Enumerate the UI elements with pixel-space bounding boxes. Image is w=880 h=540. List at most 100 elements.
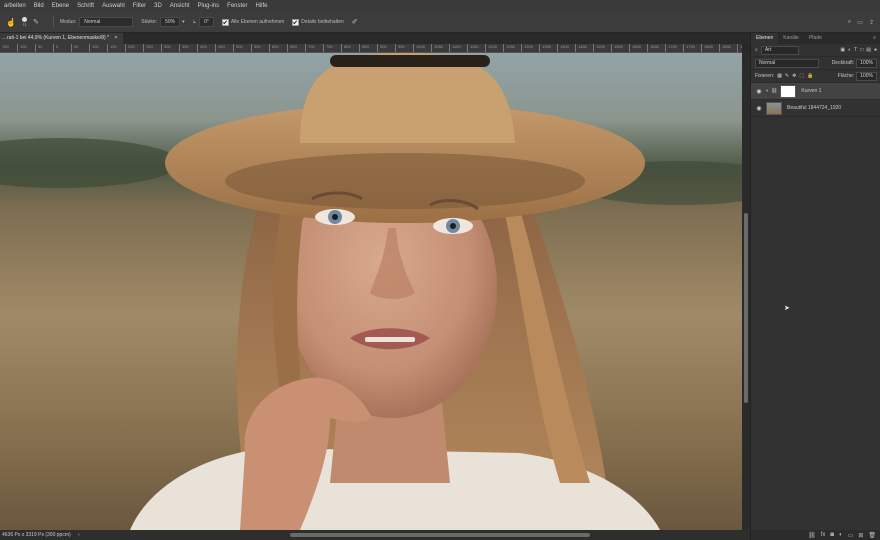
angle-icon: ⦣ [192,18,197,25]
menu-select[interactable]: Auswahl [98,3,129,9]
horizontal-ruler: 150 100 50 0 50 100 150 200 250 300 350 400 450 500 55… [0,44,742,53]
filter-type-select[interactable]: Art [760,45,799,55]
fill-label: Fläche: [837,73,855,79]
pressure-icon[interactable]: ✐ [352,18,358,26]
document-size-info: 4636 Px x 3319 Px (300 ppcm) [2,532,71,538]
tab-paths[interactable]: Pfade [804,33,827,44]
filter-toggle-icon[interactable]: ● [874,47,877,53]
ruler-tick-label: 550 [254,44,261,49]
close-icon[interactable]: × [114,35,117,41]
filter-adjustment-icon[interactable]: ◐ [848,47,851,53]
ruler-tick-label: 1700 [668,44,677,49]
document-tab[interactable]: …rait-1 bei 44,9% (Kurven 1, Ebenenmaske… [0,33,124,44]
layer-row-curves[interactable]: ◉ ◐ ⛓ Kurven 1 [751,83,880,100]
menu-window[interactable]: Fenster [223,3,251,9]
menu-type[interactable]: Schrift [73,3,98,9]
lock-row: Fixieren: ▦ ✎ ✥ ⬚ 🔒 Fläche: 100% [751,70,880,83]
new-layer-icon[interactable]: ⊞ [858,532,863,539]
chevron-right-icon[interactable]: › [78,532,80,538]
menu-view[interactable]: Ansicht [166,3,194,9]
menu-image[interactable]: Bild [30,3,48,9]
mode-label: Modus: [59,19,77,25]
search-icon[interactable]: ⌕ [848,19,851,26]
mode-select[interactable]: Normal [79,17,134,27]
document-tab-title: …rait-1 bei 44,9% (Kurven 1, Ebenenmaske… [2,35,109,41]
ruler-tick-label: 1050 [434,44,443,49]
document-canvas[interactable] [0,53,742,530]
ruler-tick-label: 1200 [488,44,497,49]
menu-3d[interactable]: 3D [150,3,166,9]
menu-help[interactable]: Hilfe [252,3,272,9]
ruler-tick-label: 950 [398,44,405,49]
detail-checkbox[interactable] [292,18,300,26]
ruler-tick-label: 200 [128,44,135,49]
eye-icon[interactable]: ◉ [755,88,763,95]
chain-link-icon[interactable]: ⛓ [771,88,777,94]
layer-mask-thumbnail[interactable] [780,84,797,98]
tab-channels[interactable]: Kanäle [778,33,804,44]
layer-row-photo[interactable]: ◉ Beautiful 1844724_1920 [751,100,880,117]
ruler-tick-label: 1150 [470,44,479,49]
workspace-icon[interactable]: ▭ [857,19,863,26]
layers-panel: Ebenen Kanäle Pfade ≡ ⌕ Art ▣ ◐ T □ ▤ ● … [750,33,880,540]
blend-mode-select[interactable]: Normal [755,58,819,68]
ruler-tick-label: 1100 [452,44,461,49]
vertical-scroll-thumb[interactable] [744,213,748,403]
ruler-tick-label: 100 [20,44,27,49]
trash-icon[interactable]: 🗑 [868,532,876,539]
ruler-tick-label: 1650 [650,44,659,49]
fill-input[interactable]: 100% [856,71,877,81]
menu-filter[interactable]: Filter [129,3,150,9]
tool-icon[interactable]: ☝ [6,18,16,27]
ruler-tick-label: 600 [272,44,279,49]
ruler-tick-label: 400 [200,44,207,49]
horizontal-scroll-thumb[interactable] [290,533,590,537]
chevron-down-icon[interactable]: ▾ [182,19,185,25]
tab-layers[interactable]: Ebenen [751,33,779,44]
ruler-tick-label: 500 [236,44,243,49]
link-layers-icon[interactable]: ⛓ [808,532,816,539]
ruler-tick-label: 850 [362,44,369,49]
detail-label: Details beibehalten [301,19,344,25]
panel-menu-icon[interactable]: ≡ [868,33,880,44]
layers-panel-footer: ⛓ fx ◙ ◐ ▭ ⊞ 🗑 [751,530,880,540]
lock-paint-icon[interactable]: ✎ [785,73,789,79]
lock-artboard-icon[interactable]: ⬚ [799,73,804,79]
ruler-tick-label: 750 [326,44,333,49]
curves-adjustment-icon: ◐ [766,88,770,94]
filter-shape-icon[interactable]: □ [860,47,863,53]
add-mask-icon[interactable]: ◙ [830,532,834,538]
ruler-tick-label: 150 [110,44,117,49]
layer-thumbnail[interactable] [766,101,782,115]
new-adjustment-icon[interactable]: ◐ [839,532,843,538]
sample-all-label: Alle Ebenen aufnehmen [230,19,285,25]
lock-pixels-icon[interactable]: ▦ [777,73,782,79]
menu-plugins[interactable]: Plug-ins [193,3,223,9]
filter-smart-icon[interactable]: ▤ [866,47,871,53]
lock-move-icon[interactable]: ✥ [792,73,796,79]
eye-icon[interactable]: ◉ [755,105,763,112]
mouse-cursor: ➤ [784,305,790,312]
sample-all-checkbox[interactable] [221,18,229,26]
ruler-tick-label: 1800 [704,44,713,49]
share-icon[interactable]: ⇪ [869,19,874,26]
strength-input[interactable]: 50% [160,17,181,27]
photo-illustration [0,53,742,530]
brush-size-value: 71 [22,22,27,27]
vertical-scrollbar[interactable] [742,53,750,530]
angle-input[interactable]: 0° [199,17,214,27]
ruler-tick-label: 650 [290,44,297,49]
document-tab-bar: …rait-1 bei 44,9% (Kurven 1, Ebenenmaske… [0,33,750,44]
menu-edit[interactable]: arbeiten [0,3,30,9]
opacity-input[interactable]: 100% [856,58,877,68]
ruler-tick-label: 1350 [542,44,551,49]
lock-all-icon[interactable]: 🔒 [807,73,813,79]
menu-layer[interactable]: Ebene [48,3,73,9]
brush-preset-picker[interactable]: 71 [21,17,27,27]
brush-settings-icon[interactable]: ✎ [33,18,39,26]
filter-type-icon[interactable]: T [854,47,857,53]
filter-image-icon[interactable]: ▣ [840,47,845,53]
blend-row: Normal Deckkraft: 100% [751,57,880,70]
fx-icon[interactable]: fx [821,532,826,538]
new-group-icon[interactable]: ▭ [848,532,854,539]
